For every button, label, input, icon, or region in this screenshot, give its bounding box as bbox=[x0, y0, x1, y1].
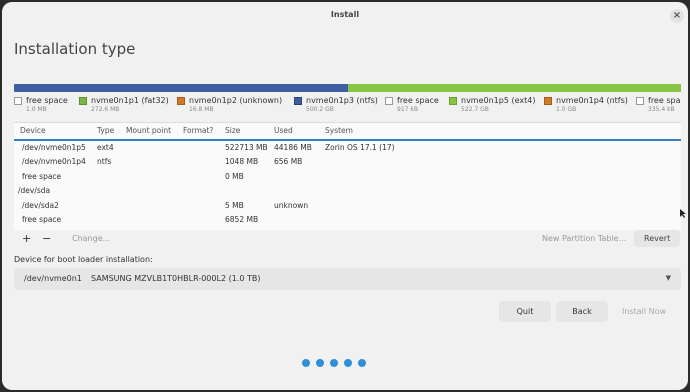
free-space-swatch bbox=[14, 96, 22, 105]
table-header: Device Type Mount point Format? Size Use… bbox=[14, 123, 681, 141]
legend-size: 335.4 kB bbox=[648, 106, 675, 113]
legend-label: nvme0n1p1 (fat32) bbox=[91, 96, 169, 105]
table-row[interactable]: free space 0 MB bbox=[14, 170, 681, 184]
table-row[interactable]: /dev/sda2 5 MB unknown bbox=[14, 199, 681, 213]
legend-size: 1.0 GB bbox=[556, 106, 577, 113]
boot-device: /dev/nvme0n1 bbox=[24, 274, 82, 283]
legend-label: nvme0n1p4 (ntfs) bbox=[556, 96, 628, 105]
table-row[interactable]: /dev/nvme0n1p5 ext4 522713 MB 44186 MB Z… bbox=[14, 141, 681, 155]
partition-legend: free space 1.0 MB nvme0n1p1 (fat32) 272.… bbox=[14, 96, 681, 118]
legend-size: 917 kB bbox=[397, 106, 418, 113]
legend-label: free space bbox=[397, 96, 439, 105]
legend-label: free spa bbox=[648, 96, 681, 105]
partition-bar-ext4-segment bbox=[347, 84, 681, 92]
cell-size: 522713 MB bbox=[225, 143, 268, 152]
back-button[interactable]: Back bbox=[556, 301, 608, 322]
progress-dot bbox=[302, 359, 310, 367]
table-body: /dev/nvme0n1p5 ext4 522713 MB 44186 MB Z… bbox=[14, 141, 681, 227]
cell-size: 5 MB bbox=[225, 200, 244, 210]
column-system[interactable]: System bbox=[325, 126, 353, 135]
ntfs-swatch bbox=[294, 96, 302, 105]
add-partition-button[interactable]: + bbox=[22, 232, 31, 245]
cell-system: Zorin OS 17.1 (17) bbox=[325, 143, 395, 152]
cell-device: /dev/nvme0n1p5 bbox=[22, 143, 86, 152]
page-title: Installation type bbox=[14, 40, 136, 58]
legend-item: free space 917 kB bbox=[385, 96, 449, 118]
boot-device-model: SAMSUNG MZVLB1T0HBLR-000L2 (1.0 TB) bbox=[91, 274, 261, 283]
revert-button[interactable]: Revert bbox=[634, 230, 681, 247]
fat32-swatch bbox=[79, 96, 87, 105]
installer-window: Install × Installation type free space 1… bbox=[2, 2, 688, 390]
cell-device: free space bbox=[22, 171, 62, 181]
legend-size: 1.0 MB bbox=[26, 106, 47, 113]
partition-bar-ntfs-segment bbox=[14, 84, 348, 92]
change-partition-button[interactable]: Change... bbox=[72, 234, 110, 243]
legend-item: nvme0n1p4 (ntfs) 1.0 GB bbox=[544, 96, 636, 118]
column-type[interactable]: Type bbox=[97, 126, 114, 135]
remove-partition-button[interactable]: − bbox=[42, 232, 51, 245]
cell-used: unknown bbox=[274, 200, 309, 210]
progress-dot bbox=[344, 359, 352, 367]
legend-item: nvme0n1p3 (ntfs) 500.2 GB bbox=[294, 96, 385, 118]
legend-size: 500.2 GB bbox=[306, 106, 334, 113]
column-format[interactable]: Format? bbox=[183, 126, 213, 135]
table-row[interactable]: /dev/sda bbox=[14, 184, 681, 198]
legend-size: 522.7 GB bbox=[461, 106, 489, 113]
legend-label: nvme0n1p3 (ntfs) bbox=[306, 96, 378, 105]
titlebar: Install × bbox=[2, 2, 688, 28]
partition-table[interactable]: Device Type Mount point Format? Size Use… bbox=[14, 122, 681, 230]
window-title: Install bbox=[330, 10, 360, 19]
cell-size: 1048 MB bbox=[225, 157, 259, 167]
progress-dot bbox=[358, 359, 366, 367]
table-row[interactable]: /dev/nvme0n1p4 ntfs 1048 MB 656 MB bbox=[14, 155, 681, 169]
legend-label: nvme0n1p5 (ext4) bbox=[461, 96, 536, 105]
cell-device: /dev/sda bbox=[18, 186, 51, 196]
ntfs-small-swatch bbox=[544, 96, 552, 105]
cell-device: free space bbox=[22, 214, 62, 224]
cell-used: 44186 MB bbox=[274, 143, 312, 152]
legend-item: nvme0n1p5 (ext4) 522.7 GB bbox=[449, 96, 544, 118]
cell-size: 6852 MB bbox=[225, 214, 259, 224]
unknown-swatch bbox=[177, 96, 185, 105]
column-size[interactable]: Size bbox=[225, 126, 240, 135]
cell-device: /dev/nvme0n1p4 bbox=[22, 157, 86, 167]
cell-device: /dev/sda2 bbox=[22, 200, 59, 210]
legend-item: nvme0n1p2 (unknown) 16.8 MB bbox=[177, 96, 294, 118]
column-used[interactable]: Used bbox=[274, 126, 293, 135]
cell-size: 0 MB bbox=[225, 171, 244, 181]
mouse-cursor-icon bbox=[679, 208, 687, 218]
partition-toolbar: + − Change... New Partition Table... Rev… bbox=[14, 230, 681, 252]
progress-dots bbox=[302, 359, 366, 367]
cell-type: ext4 bbox=[97, 143, 114, 152]
free-space-swatch bbox=[636, 96, 644, 105]
new-partition-table-button[interactable]: New Partition Table... bbox=[542, 234, 626, 243]
partition-bar bbox=[14, 84, 681, 92]
table-row[interactable]: free space 6852 MB bbox=[14, 213, 681, 227]
ext4-swatch bbox=[449, 96, 457, 105]
boot-loader-label: Device for boot loader installation: bbox=[14, 255, 153, 264]
progress-dot bbox=[316, 359, 324, 367]
legend-item: free space 1.0 MB bbox=[14, 96, 79, 118]
install-now-button[interactable]: Install Now bbox=[612, 301, 676, 322]
free-space-swatch bbox=[385, 96, 393, 105]
quit-button[interactable]: Quit bbox=[499, 301, 551, 322]
boot-loader-select[interactable]: /dev/nvme0n1 SAMSUNG MZVLB1T0HBLR-000L2 … bbox=[14, 268, 681, 290]
legend-label: nvme0n1p2 (unknown) bbox=[189, 96, 283, 105]
chevron-down-icon: ▼ bbox=[665, 274, 671, 282]
legend-size: 272.6 MB bbox=[91, 106, 120, 113]
cell-type: ntfs bbox=[97, 157, 112, 167]
progress-dot bbox=[330, 359, 338, 367]
legend-item: nvme0n1p1 (fat32) 272.6 MB bbox=[79, 96, 177, 118]
legend-item: free spa 335.4 kB bbox=[636, 96, 681, 118]
column-mount-point[interactable]: Mount point bbox=[126, 126, 171, 135]
legend-label: free space bbox=[26, 96, 68, 105]
legend-size: 16.8 MB bbox=[189, 106, 214, 113]
close-button[interactable]: × bbox=[670, 9, 684, 23]
cell-used: 656 MB bbox=[274, 157, 303, 167]
column-device[interactable]: Device bbox=[20, 126, 46, 135]
